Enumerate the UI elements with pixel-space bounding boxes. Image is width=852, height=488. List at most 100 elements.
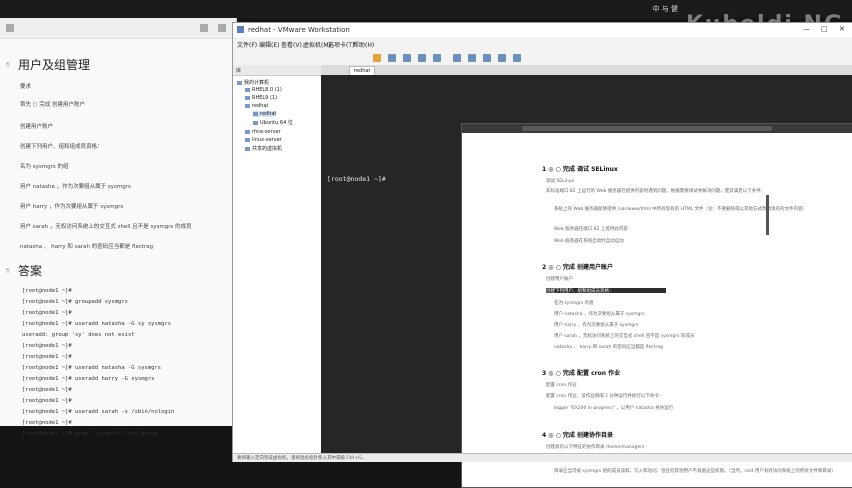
vmware-window: redhat - VMware Workstation — □ ✕ 文件(F) … — [232, 22, 852, 488]
tree-item[interactable]: rhce-server — [245, 129, 281, 135]
left-doc-panel: fi 用户及组管理 要求 首先 ○ 完成 创建用户账户 创建用户账户 创建下列用… — [0, 18, 237, 437]
menu-file[interactable]: 文件(F) — [237, 40, 257, 49]
fullscreen-icon[interactable] — [483, 54, 491, 62]
code-line: [root@node1 ~]# useradd natasha -G sysmg… — [22, 365, 162, 371]
doc-line: 用户 natasha ，作为次要组从属于 sysmgrs — [20, 184, 131, 190]
send-keys-icon[interactable] — [388, 54, 396, 62]
vm-icon — [253, 111, 258, 116]
sidebar-toggle-icon[interactable] — [453, 54, 461, 62]
section-heading: 用户及组管理 — [18, 58, 91, 72]
tree-item[interactable]: 我的计算机 — [237, 79, 269, 86]
doc-line: 首先 ○ 完成 创建用户账户 — [20, 102, 86, 108]
task-line: 用户 natasha ，作为次要组从属于 sysmgrs — [554, 312, 645, 317]
task-heading: 2 ◎ ○ 完成 创建用户账户 — [542, 264, 614, 271]
revert-icon[interactable] — [418, 54, 426, 62]
task-line: Web 服务器在系统启动时自动启动 — [554, 239, 624, 244]
task-line: 创建具有以下特征的协作目录 /home/managers ： — [546, 445, 651, 450]
doc-line: 创建用户账户 — [20, 124, 54, 130]
task-line: 调试 SELinux — [546, 179, 575, 184]
doc-line: 要求 — [20, 84, 32, 90]
vm-icon — [245, 137, 250, 142]
vm-icon — [245, 129, 250, 134]
code-line: [root@node1 ~]# groupadd sysmgrs — [22, 299, 128, 305]
tree-label: 我的计算机 — [244, 80, 270, 86]
menu-icon[interactable] — [6, 24, 14, 32]
address-bar[interactable] — [522, 126, 772, 131]
code-line: [root@node1 ~]# — [22, 398, 72, 404]
task-line: 非标准端口 82 上运行的 Web 服务器在提供内容时遇到问题。根据需要调试并解… — [546, 189, 766, 194]
tree-label: Ubuntu 64 位 — [260, 120, 293, 126]
section-heading: 答案 — [18, 264, 43, 278]
doc-line: 创建下列用户、组和组成员资格： — [20, 144, 103, 150]
snapshot-icon[interactable] — [403, 54, 411, 62]
menu-bar: 文件(F) 编辑(E) 查看(V) 虚拟机(M) 选项卡(T) 帮助(H) — [233, 37, 852, 52]
task-line: 创建用户账户 — [546, 277, 573, 282]
collapse-icon[interactable]: fi — [6, 62, 10, 69]
code-line: useradd: group 'sy' does not exist — [22, 332, 135, 338]
doc-line: 名为 sysmgrs 的组 — [20, 164, 69, 170]
folder-icon — [245, 103, 250, 108]
pause-icon[interactable] — [373, 54, 381, 62]
task-line: logger "EX200 in progress" ，以用户 natasha … — [554, 406, 674, 411]
task-line: 配置 cron 作业，该作业每隔 2 分钟运行并执行以下命令： — [546, 394, 664, 399]
minimize-button[interactable]: — — [803, 25, 810, 33]
tree-item[interactable]: RHEL9 (1) — [245, 95, 277, 101]
menu-vm[interactable]: 虚拟机(M) — [303, 40, 331, 49]
close-icon[interactable] — [218, 24, 226, 32]
code-line: [root@node1 ~]# grep 'sysmgrs' /etc/grou… — [22, 431, 158, 437]
menu-tabs[interactable]: 选项卡(T) — [328, 40, 354, 49]
code-line: [root@node1 ~]# useradd natasha -G sy sy… — [22, 321, 172, 327]
doc-line: natasha 、 harry 和 sarah 的密码应当都是 flectrag — [20, 244, 154, 250]
code-line: [root@node1 ~]# — [22, 354, 72, 360]
library-title: 库 — [236, 68, 242, 74]
collapse-icon[interactable]: fi — [6, 268, 10, 275]
tree-label: redhat — [252, 103, 269, 109]
browser-bar — [462, 124, 852, 133]
tree-label: linux-server — [252, 137, 282, 143]
task-line: 名为 sysmgrs 的组 — [554, 301, 594, 306]
manage-snapshot-icon[interactable] — [433, 54, 441, 62]
scrollbar-thumb[interactable] — [766, 195, 769, 235]
tree-item[interactable]: Ubuntu 64 位 — [253, 119, 293, 126]
tree-item[interactable]: RHEL8.0 (1) — [245, 87, 282, 93]
tree-item[interactable]: 共享的虚拟机 — [245, 145, 282, 152]
tree-item[interactable]: redhat — [245, 103, 268, 109]
code-line: [root@node1 ~]# — [22, 387, 72, 393]
unity-icon[interactable] — [498, 54, 506, 62]
console-view-icon[interactable] — [513, 54, 521, 62]
tree-item[interactable]: linux-server — [245, 137, 282, 143]
tree-label: redhat — [260, 111, 277, 117]
vm-icon — [245, 95, 250, 100]
thumbnail-icon[interactable] — [468, 54, 476, 62]
code-line: [root@node1 ~]# — [22, 343, 72, 349]
close-button[interactable]: ✕ — [839, 25, 845, 33]
code-line: [root@node1 ~]# — [22, 288, 72, 294]
menu-edit[interactable]: 编辑(E) — [259, 40, 279, 49]
tray-clock: 中 与 健 — [652, 5, 678, 13]
maximize-button[interactable]: □ — [821, 25, 828, 33]
library-header: 库 — [233, 65, 321, 76]
task-line: natasha 、 harry 和 sarah 的密码应当都是 flectrag — [554, 345, 663, 350]
menu-view[interactable]: 查看(V) — [281, 40, 302, 49]
task-heading: 1 ◎ ○ 完成 调试 SELinux — [542, 166, 618, 173]
task-line: 用户 sarah ，无权访问系统上的交互式 shell 且不是 sysmgrs … — [554, 334, 695, 339]
doc-line: 用户 harry ，作为次要组从属于 sysmgrs — [20, 204, 124, 210]
tree-item-selected[interactable]: redhat — [253, 111, 277, 117]
title-bar: redhat - VMware Workstation — □ ✕ — [233, 23, 852, 37]
code-line: [root@node1 ~]# — [22, 420, 72, 426]
task-line: 系统上的 Web 服务器能够提供 /var/www/html 中所有现有的 HT… — [554, 207, 808, 212]
menu-help[interactable]: 帮助(H) — [353, 40, 374, 49]
minimize-icon[interactable] — [200, 24, 208, 32]
vm-console[interactable]: [root@node1 ~]# 1 ◎ ○ 完成 调试 SELinux 调试 S… — [321, 75, 852, 488]
code-line: [root@node1 ~]# — [22, 310, 72, 316]
vm-icon — [253, 120, 258, 125]
app-icon — [237, 26, 244, 33]
status-bar: 要将输入定向到该虚拟机，请将鼠标指针移入其中或按 Ctrl+G。 — [233, 453, 852, 462]
code-line: [root@node1 ~]# useradd harry -G sysmgrs — [22, 376, 155, 382]
tree-label: RHEL8.0 (1) — [252, 87, 282, 93]
doc-line: 用户 sarah ，无权访问系统上的交互式 shell 且不是 sysmgrs … — [20, 224, 192, 230]
task-line: 目录应当可被 sysmgrs 组的成员读取、写入和访问，但任何其他用户不具备这些… — [554, 469, 836, 474]
tree-label: rhce-server — [252, 129, 281, 135]
library-panel: 库 我的计算机 RHEL8.0 (1) RHEL9 (1) redhat red… — [233, 65, 322, 457]
left-doc-toolbar — [0, 18, 236, 39]
